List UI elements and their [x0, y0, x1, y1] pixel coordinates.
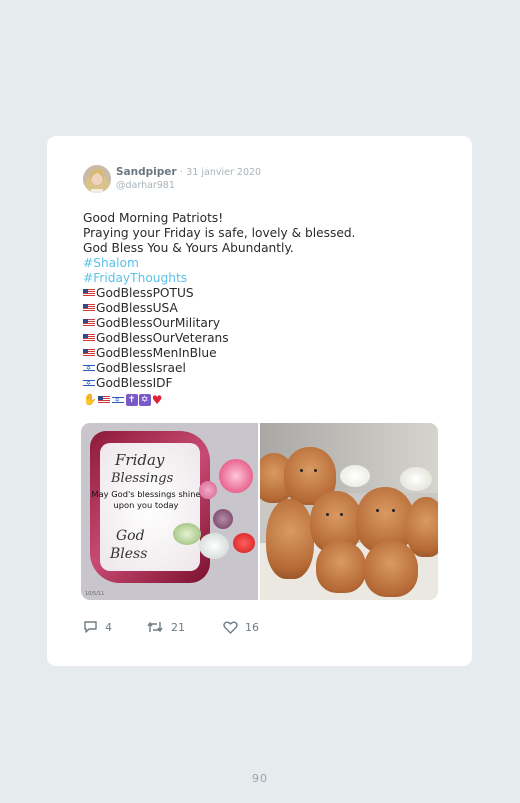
flag-line-text: GodBlessOurVeterans: [96, 331, 229, 345]
cross-icon: ✝: [125, 393, 138, 406]
hashtag-link[interactable]: #FridayThoughts: [83, 271, 355, 286]
us-flag-icon: [83, 319, 95, 327]
retweet-count: 21: [171, 620, 185, 634]
reply-button[interactable]: 4: [83, 620, 112, 634]
puppy: [364, 541, 418, 597]
white-flowers: [400, 467, 432, 491]
image-closing: God Bless: [110, 527, 147, 563]
like-count: 16: [245, 620, 259, 634]
praying-hands-icon: ✋: [83, 393, 97, 406]
star-of-david-icon: ✡: [138, 393, 151, 406]
author-handle[interactable]: @darhar981: [116, 180, 175, 191]
emoji-row: ✋ ✝ ✡ ♥: [83, 392, 355, 408]
retweet-icon: [146, 620, 164, 634]
reply-icon: [83, 620, 98, 634]
image-closing-line2: Bless: [110, 546, 148, 562]
like-button[interactable]: 16: [223, 621, 259, 634]
flag-line-text: GodBlessUSA: [96, 301, 178, 315]
image-closing-line1: God: [116, 528, 145, 544]
friday-blessings-image[interactable]: Friday Blessings May God's blessings shi…: [81, 423, 258, 600]
flag-line: GodBlessMenInBlue: [83, 346, 355, 361]
page-number: 90: [252, 772, 268, 785]
flag-line-text: GodBlessOurMilitary: [96, 316, 221, 330]
israel-flag-icon: [83, 376, 95, 391]
image-message: May God's blessings shine upon you today: [91, 489, 201, 510]
flag-line: GodBlessPOTUS: [83, 286, 355, 301]
image-watermark: 10/5/11: [85, 591, 105, 597]
text-line: God Bless You & Yours Abundantly.: [83, 241, 294, 255]
us-flag-icon: [97, 395, 110, 404]
flag-line-text: GodBlessMenInBlue: [96, 346, 217, 360]
flag-line: GodBlessOurVeterans: [83, 331, 355, 346]
us-flag-icon: [83, 289, 95, 297]
author-name[interactable]: Sandpiper: [116, 166, 177, 178]
puppies-image[interactable]: [260, 423, 438, 600]
israel-flag-icon: [111, 393, 124, 408]
avatar[interactable]: [83, 165, 111, 193]
flag-line: GodBlessIDF: [83, 376, 355, 391]
israel-flag-icon: [83, 361, 95, 376]
flag-line: GodBlessUSA: [83, 301, 355, 316]
flag-line: GodBlessIsrael: [83, 361, 355, 376]
flag-line: GodBlessOurMilitary: [83, 316, 355, 331]
white-rose: [199, 533, 229, 559]
heart-icon: [223, 621, 238, 634]
text-line: Praying your Friday is safe, lovely & bl…: [83, 226, 356, 240]
tweet-text: Good Morning Patriots! Praying your Frid…: [83, 211, 356, 408]
image-title-line1: Friday: [115, 451, 165, 469]
flag-line-text: GodBlessPOTUS: [96, 286, 194, 300]
hashtag-link[interactable]: #Shalom: [83, 256, 355, 271]
puppy: [406, 497, 438, 557]
us-flag-icon: [83, 349, 95, 357]
flag-line-text: GodBlessIDF: [96, 376, 173, 390]
separator: ·: [179, 167, 183, 178]
green-rose: [173, 523, 201, 545]
image-title-line2: Blessings: [111, 471, 174, 486]
us-flag-icon: [83, 304, 95, 312]
author-line: Sandpiper · 31 janvier 2020: [116, 166, 261, 178]
media-grid: Friday Blessings May God's blessings shi…: [81, 423, 438, 600]
retweet-button[interactable]: 21: [146, 620, 185, 634]
puppy: [266, 499, 314, 579]
red-heart-icon: ♥: [151, 392, 163, 407]
pink-rose: [219, 459, 253, 493]
puppy: [316, 541, 366, 593]
tweet-card: Sandpiper · 31 janvier 2020 @darhar981 G…: [47, 136, 472, 666]
flag-line-text: GodBlessIsrael: [96, 361, 186, 375]
text-line: Good Morning Patriots!: [83, 211, 224, 225]
reply-count: 4: [105, 620, 112, 634]
tweet-actions: 4 21 16: [83, 620, 259, 634]
white-flowers: [340, 465, 370, 487]
pink-rose: [199, 481, 217, 499]
tweet-date[interactable]: 31 janvier 2020: [186, 167, 261, 178]
red-rose: [233, 533, 255, 553]
us-flag-icon: [83, 334, 95, 342]
mauve-rose: [213, 509, 233, 529]
